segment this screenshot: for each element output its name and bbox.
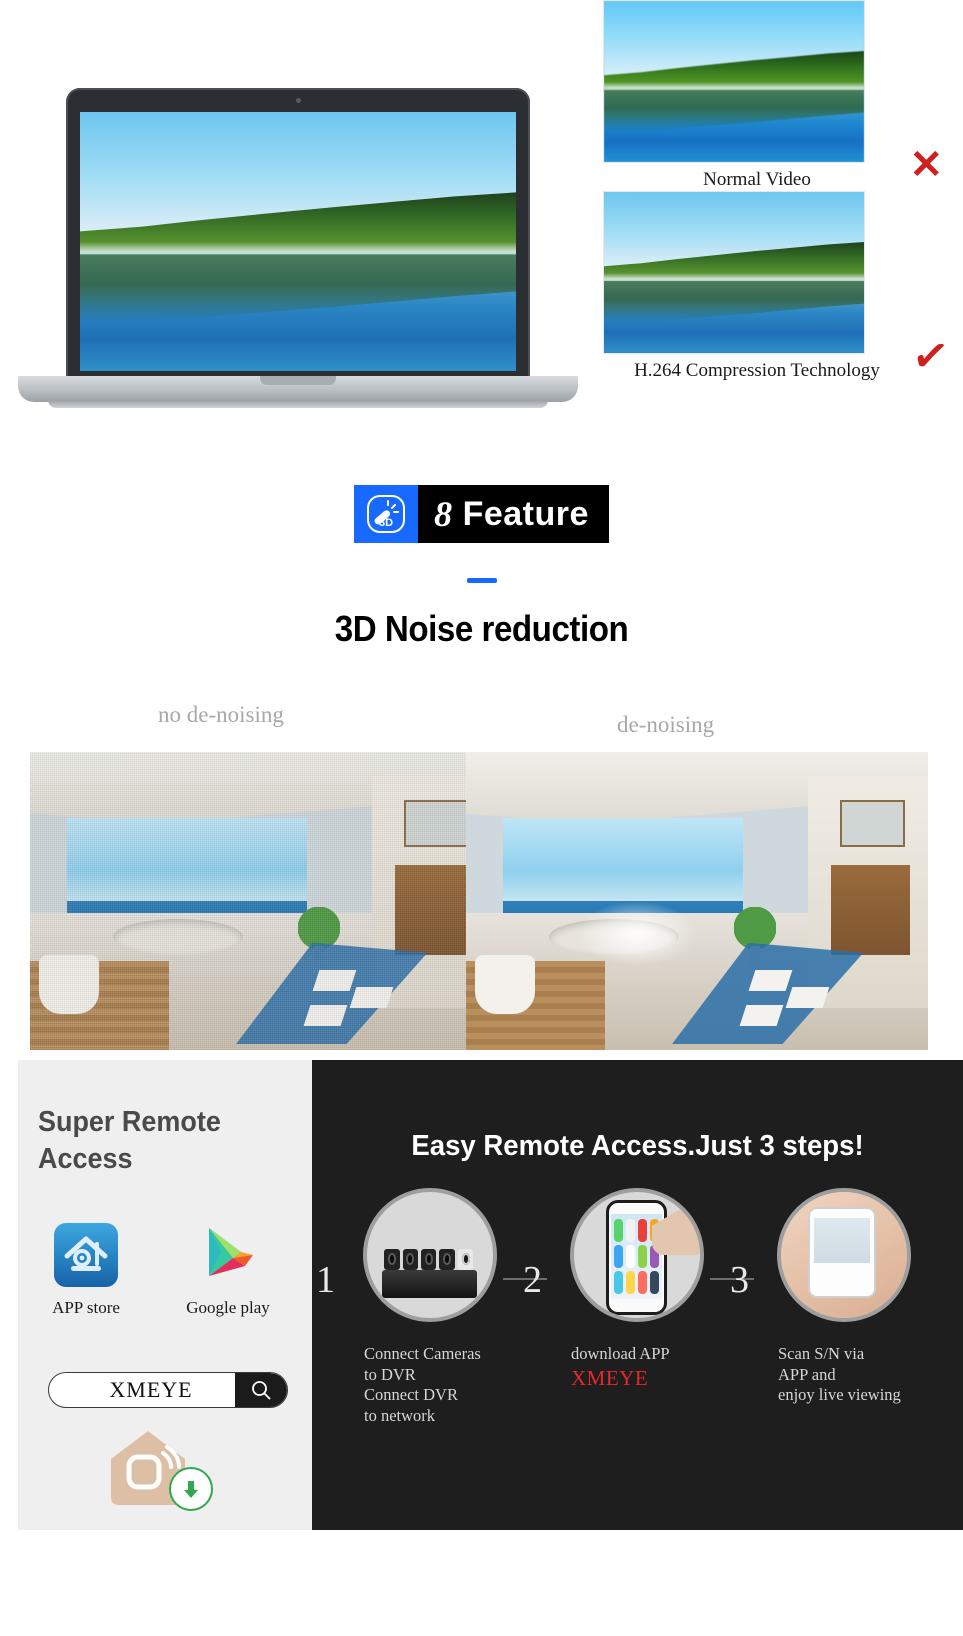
denoise-comparison	[0, 752, 963, 1050]
store-item-googleplay[interactable]: Google play	[182, 1222, 274, 1318]
product-feature-page: Normal Video H.264 Compression Technolog…	[0, 0, 963, 1636]
app-search-bar[interactable]: XMEYE	[48, 1372, 288, 1408]
step3-line2: APP and	[778, 1364, 836, 1384]
store-label-googleplay: Google play	[186, 1298, 270, 1317]
check-mark-icon: ✓	[908, 329, 953, 384]
app-download-icon-group[interactable]	[105, 1425, 225, 1525]
step-caption-1: Connect Cameras to DVR Connect DVR to ne…	[326, 1344, 533, 1427]
step-caption-2: download APP XMEYE	[533, 1344, 740, 1391]
lake-photo-h264	[604, 192, 864, 353]
step3-line1: Scan S/N via	[778, 1344, 865, 1363]
step1-line3: Connect DVR	[364, 1385, 458, 1405]
comparison-item-normal: Normal Video	[595, 0, 963, 191]
step-image-phone	[569, 1188, 704, 1322]
easy-remote-access-title: Easy Remote Access.Just 3 steps!	[411, 1130, 864, 1162]
feature-badge-row: 3D 8 Feature	[0, 485, 963, 543]
cross-mark-icon: ✕	[909, 142, 943, 187]
search-input[interactable]: XMEYE	[49, 1377, 235, 1403]
feature-badge: 3D 8 Feature	[354, 485, 609, 543]
laptop-mockup	[18, 88, 578, 433]
laptop-notch	[260, 376, 336, 385]
laptop-lid	[66, 88, 530, 381]
store-item-appstore[interactable]: APP store	[40, 1222, 132, 1318]
section-title: 3D Noise reduction	[334, 608, 629, 649]
smartphone-icon	[606, 1199, 667, 1316]
step-number-1: 1	[316, 1259, 335, 1301]
laptop-foot	[48, 400, 548, 408]
hero-section: Normal Video H.264 Compression Technolog…	[0, 0, 963, 460]
lake-photo-normal	[604, 1, 864, 162]
lake-photo	[80, 112, 516, 371]
step-caption-3: Scan S/N via APP and enjoy live viewing	[740, 1344, 947, 1406]
step-item-1: 1 Connect Cameras to DVR Connect DVR to …	[316, 1188, 533, 1427]
search-button[interactable]	[235, 1373, 287, 1407]
normal-video-thumbnail	[603, 0, 865, 163]
step1-line4: to network	[364, 1405, 436, 1425]
steps-list: 1 Connect Cameras to DVR Connect DVR to …	[316, 1188, 949, 1427]
cameras-icon	[384, 1242, 475, 1271]
step2-line1: download APP	[571, 1344, 670, 1363]
h264-video-thumbnail	[603, 191, 865, 354]
section-spacer	[0, 1050, 963, 1060]
step2-highlight: XMEYE	[571, 1365, 649, 1390]
webcam-icon	[296, 98, 301, 103]
normal-video-caption: Normal Video	[703, 169, 811, 190]
h264-video-caption: H.264 Compression Technology	[634, 360, 880, 381]
room-image-denoised	[466, 752, 928, 1050]
google-play-icon[interactable]	[195, 1222, 261, 1288]
step1-line2: to DVR	[364, 1364, 416, 1384]
remote-access-title: Super Remote Access	[38, 1106, 221, 1176]
store-label-appstore: APP store	[52, 1298, 120, 1317]
app-store-list: APP store Google play	[40, 1222, 300, 1318]
download-arrow-icon	[184, 1481, 198, 1498]
comparison-item-h264: H.264 Compression Technology	[595, 191, 963, 382]
feature-badge-text: Feature	[462, 495, 589, 533]
step-number-3: 3	[730, 1259, 749, 1301]
room-image-noisy	[30, 752, 492, 1050]
noise-reduction-3d-icon: 3D	[354, 485, 419, 543]
step3-line3: enjoy live viewing	[778, 1385, 901, 1405]
step-image-hand-phone	[776, 1188, 911, 1322]
section-divider-rule	[466, 578, 497, 583]
step1-line1: Connect Cameras	[364, 1344, 481, 1363]
label-denoising: de-noising	[617, 712, 715, 737]
label-no-denoising: no de-noising	[158, 702, 284, 727]
xmeye-app-icon[interactable]	[53, 1222, 119, 1288]
phone-in-hand-icon	[808, 1207, 877, 1298]
remote-access-right-panel: Easy Remote Access.Just 3 steps! 1 Conne…	[312, 1060, 963, 1530]
dvr-icon	[381, 1270, 478, 1298]
search-icon	[252, 1381, 271, 1400]
download-badge[interactable]	[169, 1467, 213, 1511]
feature-badge-number: 8	[434, 494, 453, 534]
step-image-dvr	[362, 1188, 497, 1322]
laptop-screen	[80, 112, 516, 371]
step-item-3: 3 Scan S/N via APP and enjoy live viewin…	[710, 1188, 947, 1427]
page-bottom-spacer	[0, 1530, 963, 1636]
feature-badge-label: 8 Feature	[418, 485, 609, 543]
video-comparison: Normal Video H.264 Compression Technolog…	[595, 0, 963, 384]
step-number-2: 2	[523, 1259, 542, 1301]
step-item-2: 2 download APP XMEYE	[503, 1188, 740, 1427]
svg-text:3D: 3D	[379, 517, 393, 529]
